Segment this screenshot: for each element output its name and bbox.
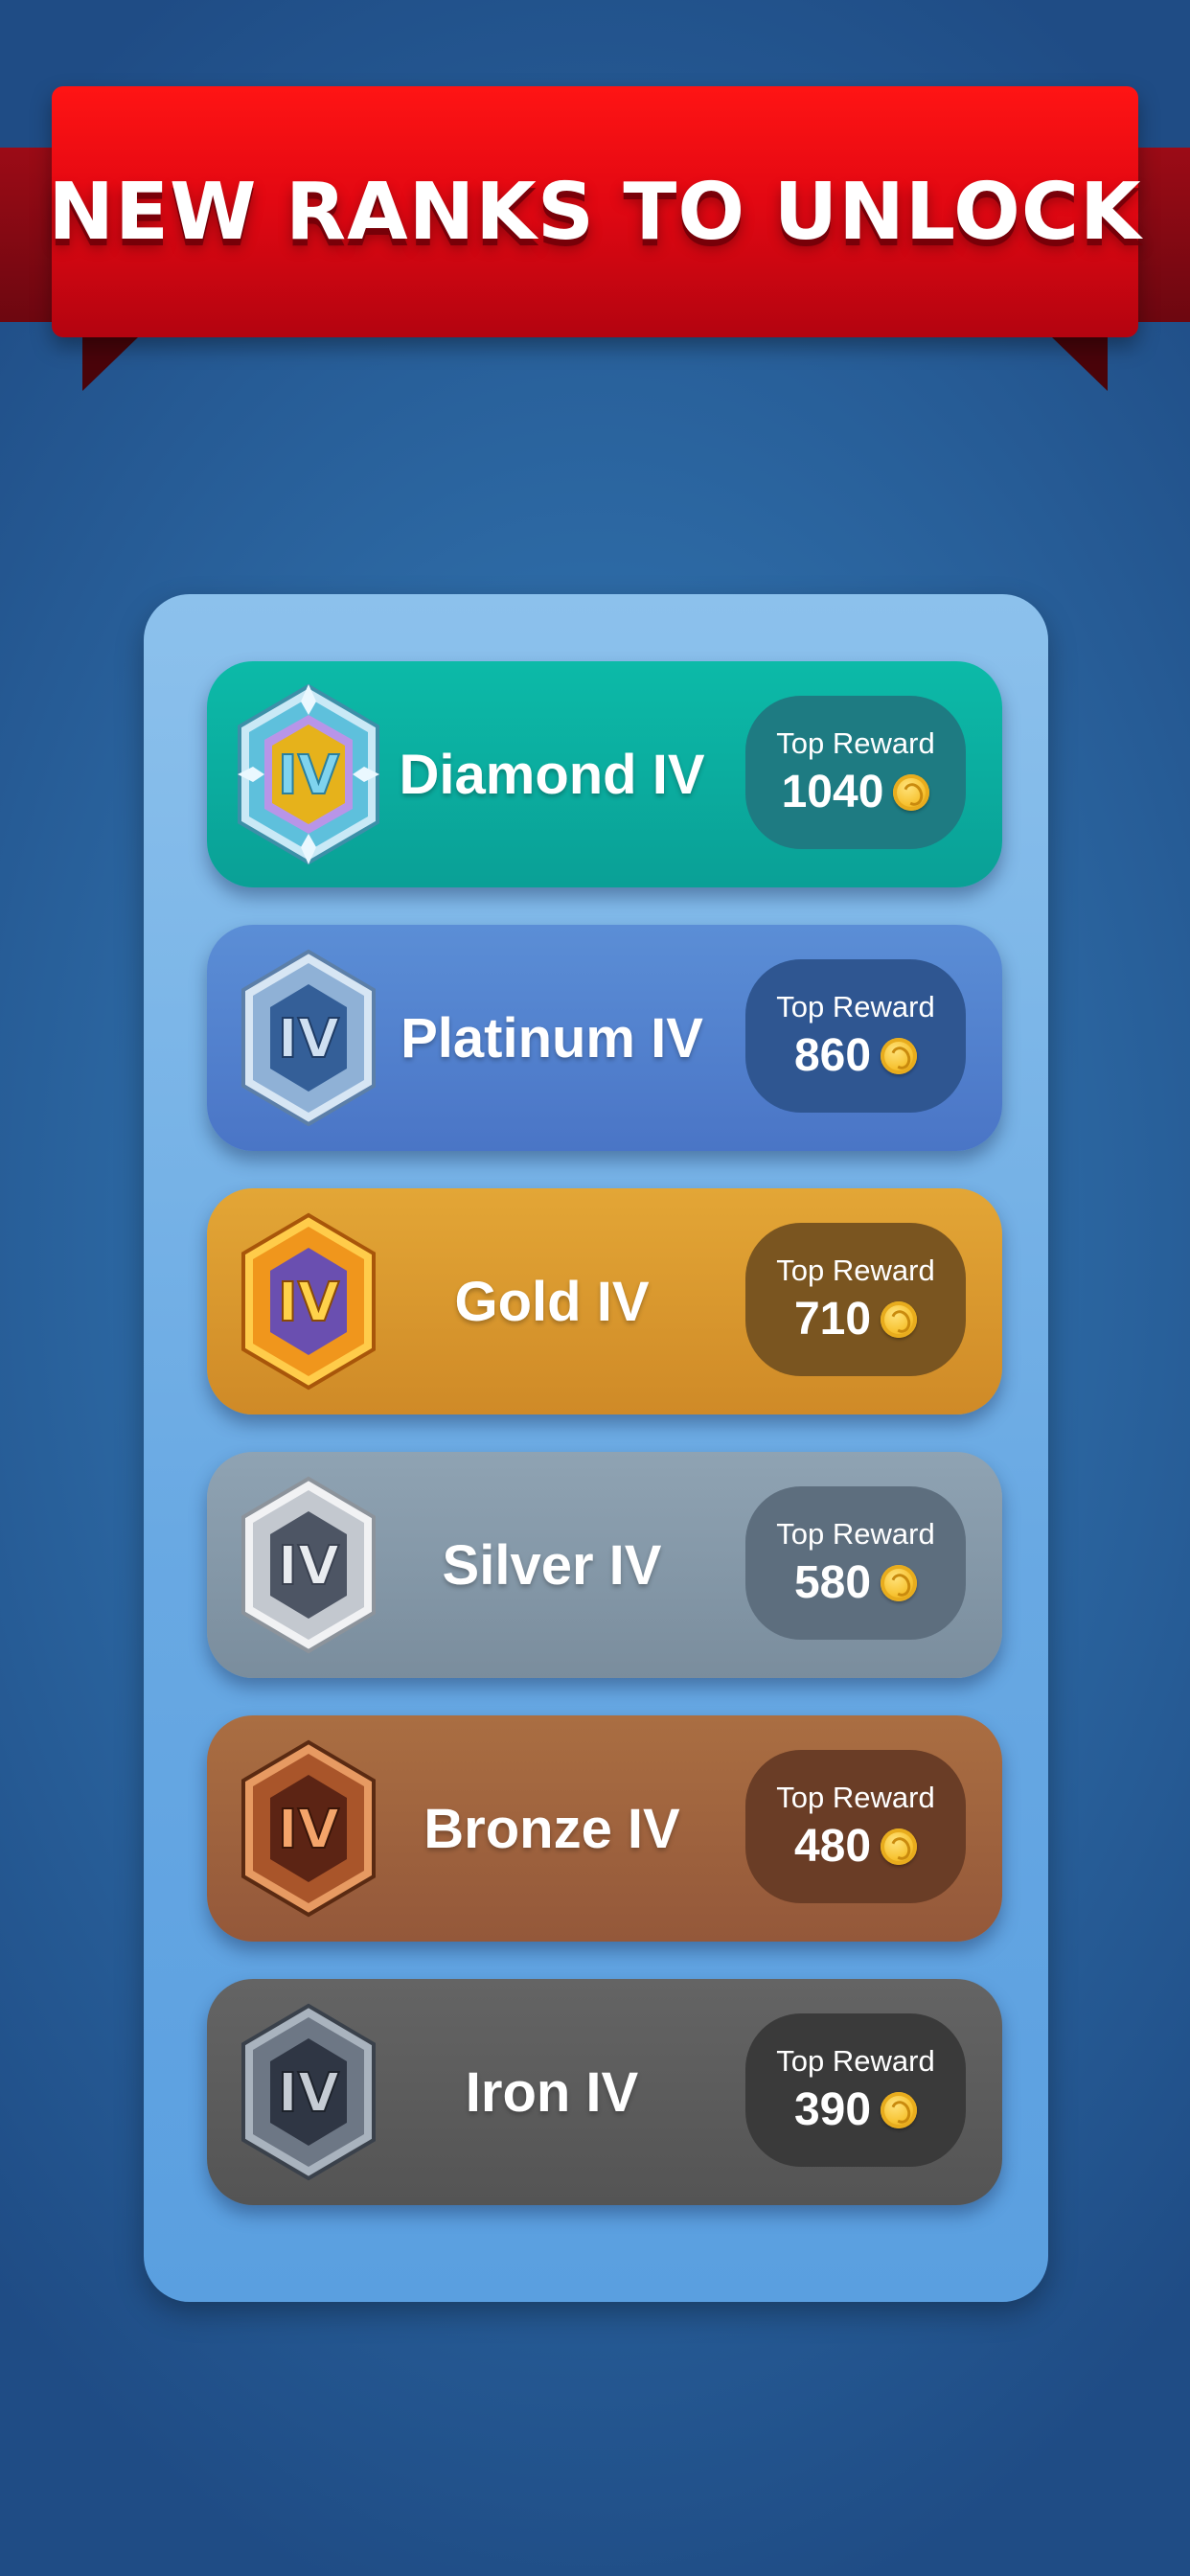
- top-reward-box: Top Reward 860: [745, 959, 966, 1113]
- rank-card-diamond[interactable]: IV Diamond IV Top Reward 1040: [207, 661, 1002, 887]
- ranks-panel: IV Diamond IV Top Reward 1040 IV Platinu…: [144, 594, 1048, 2302]
- top-reward-value: 580: [793, 1557, 872, 1608]
- gold-coin-icon: [881, 1038, 918, 1074]
- gold-coin-icon: [893, 774, 930, 811]
- gold-coin-icon: [881, 2092, 918, 2128]
- top-reward-value: 1040: [781, 767, 884, 817]
- reward-row: 580: [793, 1556, 918, 1610]
- badge-numeral: IV: [278, 1799, 340, 1861]
- rank-card-platinum[interactable]: IV Platinum IV Top Reward 860: [207, 925, 1002, 1151]
- top-reward-label: Top Reward: [776, 2044, 935, 2078]
- ribbon-fold-left: [82, 337, 138, 391]
- badge-numeral: IV: [278, 1535, 340, 1598]
- reward-row: 860: [793, 1029, 918, 1083]
- reward-row: 1040: [782, 766, 930, 819]
- rank-card-gold[interactable]: IV Gold IV Top Reward 710: [207, 1188, 1002, 1414]
- ribbon: NEW RANKS TO UNLOCK: [48, 86, 1141, 337]
- top-reward-box: Top Reward 1040: [745, 696, 966, 849]
- rank-name: Iron IV: [465, 2060, 639, 2124]
- gold-coin-icon: [881, 1565, 918, 1601]
- rank-name: Silver IV: [442, 1533, 662, 1597]
- banner-title: NEW RANKS TO UNLOCK: [48, 166, 1142, 258]
- top-reward-value: 390: [793, 2084, 872, 2135]
- silver-rank-icon: IV: [232, 1473, 385, 1657]
- title-banner: NEW RANKS TO UNLOCK: [0, 86, 1190, 393]
- top-reward-label: Top Reward: [776, 1517, 935, 1551]
- gold-rank-icon: IV: [232, 1209, 385, 1393]
- reward-row: 480: [793, 1820, 918, 1874]
- rank-name: Gold IV: [454, 1270, 650, 1333]
- top-reward-label: Top Reward: [776, 1781, 935, 1814]
- top-reward-label: Top Reward: [776, 990, 935, 1024]
- top-reward-label: Top Reward: [776, 1254, 935, 1287]
- gold-coin-icon: [881, 1828, 918, 1865]
- rank-card-iron[interactable]: IV Iron IV Top Reward 390: [207, 1979, 1002, 2205]
- diamond-rank-icon: IV: [232, 682, 385, 866]
- badge-numeral: IV: [278, 2062, 340, 2125]
- ribbon-fold-right: [1052, 337, 1108, 391]
- badge-numeral: IV: [278, 1008, 340, 1070]
- rank-card-bronze[interactable]: IV Bronze IV Top Reward 480: [207, 1715, 1002, 1942]
- badge-numeral: IV: [278, 1272, 340, 1334]
- top-reward-value: 710: [793, 1294, 872, 1345]
- top-reward-box: Top Reward 480: [745, 1750, 966, 1903]
- reward-row: 710: [793, 1293, 918, 1346]
- top-reward-box: Top Reward 390: [745, 2013, 966, 2167]
- top-reward-value: 480: [793, 1821, 872, 1872]
- badge-numeral: IV: [278, 745, 340, 807]
- top-reward-box: Top Reward 710: [745, 1223, 966, 1376]
- gold-coin-icon: [881, 1301, 918, 1338]
- rank-name: Diamond IV: [399, 743, 705, 806]
- rank-name: Bronze IV: [423, 1797, 680, 1860]
- rank-card-silver[interactable]: IV Silver IV Top Reward 580: [207, 1452, 1002, 1678]
- top-reward-value: 860: [793, 1030, 872, 1081]
- bronze-rank-icon: IV: [232, 1736, 385, 1920]
- rank-name: Platinum IV: [400, 1006, 703, 1070]
- reward-row: 390: [793, 2083, 918, 2137]
- platinum-rank-icon: IV: [232, 946, 385, 1130]
- top-reward-box: Top Reward 580: [745, 1486, 966, 1640]
- top-reward-label: Top Reward: [776, 726, 935, 760]
- iron-rank-icon: IV: [232, 2000, 385, 2184]
